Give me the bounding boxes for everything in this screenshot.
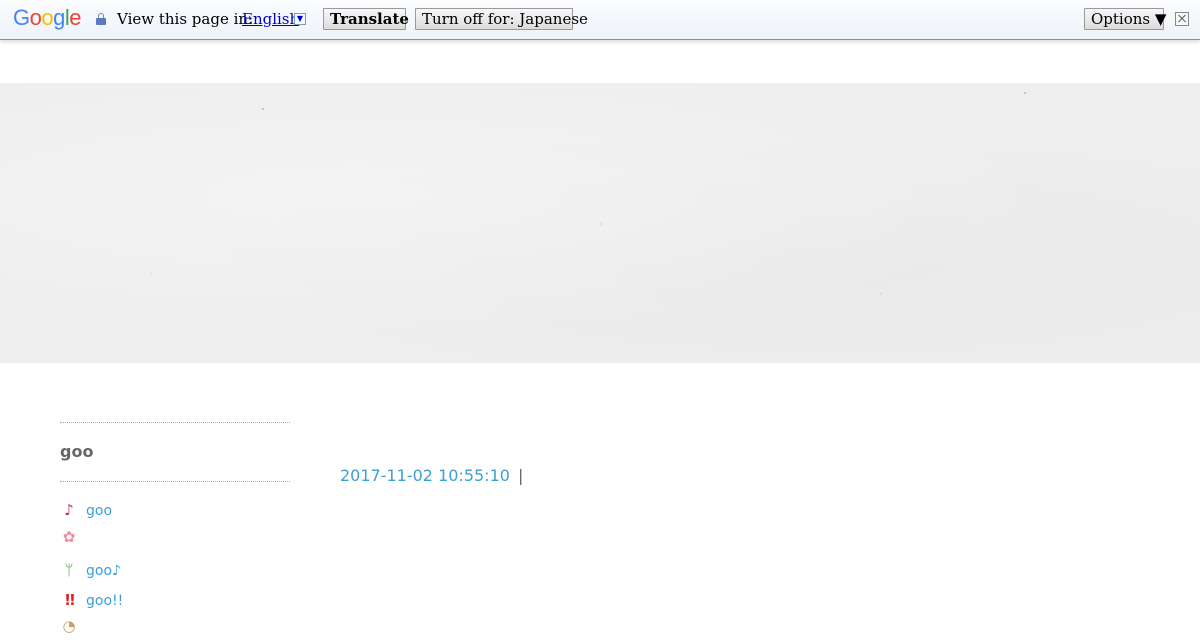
sidebar-item-label[interactable]: goo♪ — [86, 563, 121, 579]
sidebar-item-label[interactable]: goo!! — [86, 593, 123, 609]
sidebar-item-4[interactable]: !! goo!! — [60, 590, 290, 614]
sidebar-item-5[interactable]: ◔ — [60, 616, 290, 640]
post-datetime-link[interactable]: 2017-11-02 10:55:10 — [340, 466, 510, 485]
view-page-label: View this page in: — [117, 10, 254, 28]
post-separator: | — [518, 466, 524, 485]
sidebar-item-label[interactable]: goo — [86, 503, 112, 519]
close-icon[interactable] — [1175, 12, 1189, 26]
double-exclamation-icon: !! — [64, 591, 76, 609]
sidebar-item-2[interactable]: ✿ — [60, 527, 290, 551]
lock-icon — [96, 13, 106, 25]
sidebar-title: goo — [60, 442, 94, 461]
turn-off-button[interactable]: Turn off for: Japanese — [415, 8, 588, 30]
sidebar-item-3[interactable]: ᛘ goo♪ — [60, 560, 290, 584]
header-image — [0, 83, 1200, 363]
flower-icon: ✿ — [62, 528, 76, 546]
post-meta: 2017-11-02 10:55:10 | — [340, 466, 523, 485]
egg-icon: ◔ — [62, 617, 76, 635]
google-logo: Google — [13, 5, 82, 30]
language-dropdown-icon[interactable]: ▼ — [294, 13, 306, 25]
options-button[interactable]: Options ▼ — [1084, 8, 1166, 30]
sidebar-divider-bottom — [60, 481, 290, 482]
sidebar-item-1[interactable]: ♪ goo — [60, 500, 290, 524]
sprout-icon: ᛘ — [64, 561, 74, 579]
music-note-icon: ♪ — [64, 501, 74, 519]
language-select-link[interactable]: English — [242, 10, 299, 28]
translate-bar: Google View this page in: English ▼ Tran… — [0, 0, 1200, 40]
sidebar: goo ♪ goo ✿ ᛘ goo♪ !! goo!! ◔ — [60, 422, 290, 635]
translate-button[interactable]: Translate — [323, 8, 409, 30]
